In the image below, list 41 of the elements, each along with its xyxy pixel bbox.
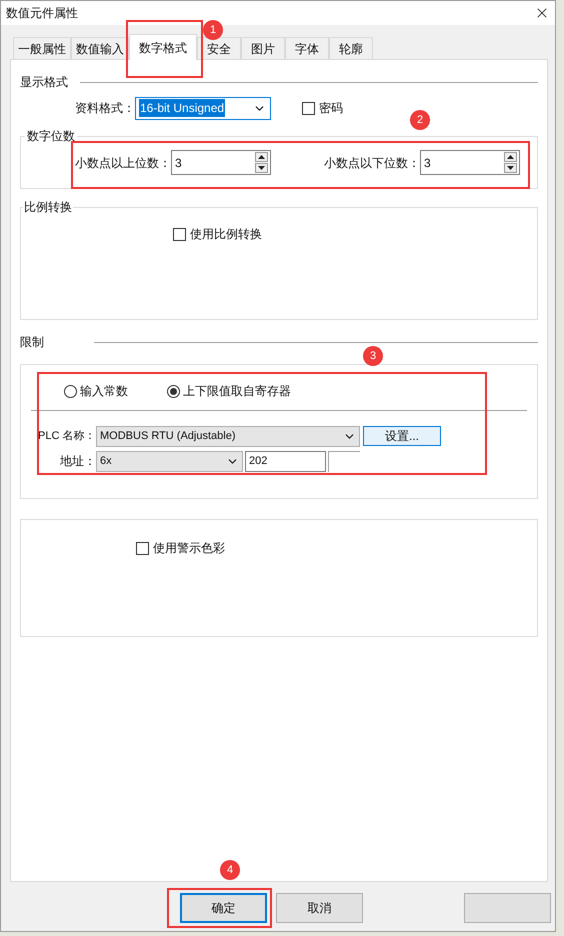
- field-label: 资料格式：: [75, 100, 135, 117]
- checkbox[interactable]: [302, 102, 315, 114]
- checkbox[interactable]: [136, 542, 149, 554]
- radio-button[interactable]: [64, 384, 77, 398]
- section-heading: 限制: [20, 334, 44, 351]
- address-field[interactable]: 202: [245, 450, 326, 472]
- dialog-button[interactable]: 取消: [276, 893, 363, 923]
- down-arrow-icon[interactable]: [504, 163, 517, 173]
- number-spinner[interactable]: 3: [420, 150, 520, 175]
- checkbox-label: 使用警示色彩: [153, 540, 225, 557]
- down-arrow-icon[interactable]: [255, 163, 268, 173]
- address-type-dropdown[interactable]: 6x: [96, 450, 243, 472]
- settings-button[interactable]: 设置...: [363, 426, 441, 446]
- checkbox-label: 密码: [319, 100, 343, 117]
- up-arrow-icon[interactable]: [504, 152, 517, 162]
- up-arrow-icon[interactable]: [255, 152, 268, 162]
- tab[interactable]: 字体: [285, 37, 329, 59]
- tab[interactable]: 数值输入: [71, 37, 129, 59]
- section-heading: 显示格式: [20, 74, 68, 91]
- plc-dropdown[interactable]: MODBUS RTU (Adjustable): [96, 426, 360, 446]
- tab[interactable]: 安全: [197, 37, 241, 59]
- field-label: 小数点以上位数：: [75, 154, 171, 172]
- field-label: 地址：: [59, 453, 96, 470]
- tab[interactable]: 数字格式: [129, 34, 197, 60]
- field-label: 小数点以下位数：: [324, 154, 420, 172]
- dialog-button[interactable]: 确定: [180, 893, 267, 923]
- tab[interactable]: 一般属性: [13, 37, 71, 59]
- radio-label: 输入常数: [80, 383, 128, 400]
- number-spinner[interactable]: 3: [171, 150, 271, 175]
- checkbox-label: 使用比例转换: [190, 226, 262, 243]
- radio-button[interactable]: [167, 384, 180, 398]
- field-label: PLC 名称：: [38, 428, 96, 444]
- tab[interactable]: 轮廓: [329, 37, 373, 59]
- group-heading: 比例转换: [23, 198, 73, 216]
- window-title: 数值元件属性: [6, 5, 78, 22]
- checkbox[interactable]: [173, 228, 186, 240]
- input-field[interactable]: [328, 450, 360, 472]
- data-format-dropdown[interactable]: 16-bit Unsigned: [135, 96, 271, 120]
- tab[interactable]: 图片: [241, 37, 285, 59]
- group-heading: 数字位数: [25, 127, 77, 145]
- radio-label: 上下限值取自寄存器: [183, 383, 291, 400]
